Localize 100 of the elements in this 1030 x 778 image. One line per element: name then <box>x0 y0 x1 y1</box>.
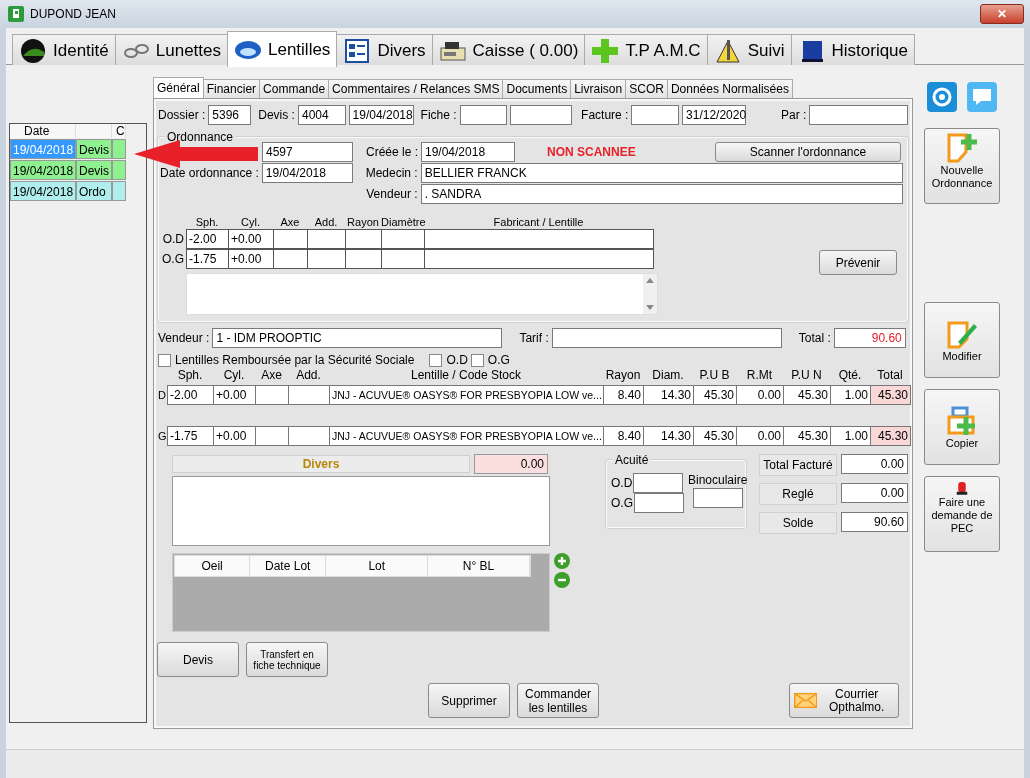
table-cell[interactable]: 45.30 <box>693 385 737 405</box>
fiche-date-field[interactable] <box>510 105 573 125</box>
sph-cell[interactable]: -2.00 <box>186 229 229 249</box>
sub-tab[interactable]: Livraison <box>570 79 627 98</box>
table-cell[interactable] <box>381 249 425 269</box>
table-cell[interactable] <box>345 229 382 249</box>
checkbox[interactable]: O.G <box>470 353 510 367</box>
table-cell[interactable]: 0.00 <box>736 426 784 446</box>
acuity-field[interactable] <box>633 473 684 493</box>
table-cell[interactable]: -2.00 <box>167 385 214 405</box>
table-cell[interactable]: 45.30 <box>783 426 831 446</box>
table-cell[interactable] <box>307 229 346 249</box>
main-tab[interactable]: Caisse ( 0.00) <box>431 34 586 66</box>
table-cell[interactable] <box>255 426 289 446</box>
column-header: Lot <box>326 556 429 576</box>
vendeur-field[interactable]: 1 - IDM PROOPTIC <box>212 328 503 348</box>
table-cell[interactable]: 45.30 <box>783 385 831 405</box>
checkbox[interactable]: Lentilles Remboursée par la Sécurité Sociale <box>158 353 415 367</box>
sub-tab[interactable]: Données Normalisées <box>666 79 793 98</box>
letter-button[interactable]: Courrier Opthalmo. <box>789 683 899 718</box>
devis-button[interactable]: Devis <box>157 642 239 677</box>
date-field[interactable]: 19/04/2018 <box>421 142 515 162</box>
table-cell[interactable] <box>381 229 425 249</box>
request-button[interactable]: Faire une demande de PEC <box>924 476 1000 552</box>
date-field[interactable]: 19/04/2018 <box>261 163 353 183</box>
sub-tab[interactable]: SCOR <box>625 79 668 98</box>
checkbox[interactable]: O.D <box>429 353 468 367</box>
scan-button[interactable]: Scanner l'ordonnance <box>715 142 901 162</box>
sms-icon[interactable] <box>967 82 997 112</box>
delete-button[interactable]: Supprimer <box>428 683 510 718</box>
table-cell[interactable] <box>273 249 308 269</box>
table-cell[interactable] <box>307 249 346 269</box>
medecin-field[interactable]: BELLIER FRANCK <box>420 163 903 183</box>
table-cell[interactable]: 8.40 <box>603 385 644 405</box>
sub-tab[interactable]: Financier <box>202 79 261 98</box>
prevenir-button[interactable]: Prévenir <box>819 250 897 275</box>
edit-button[interactable]: Modifier <box>924 302 1000 378</box>
table-cell[interactable]: 0.00 <box>736 385 784 405</box>
main-tab[interactable]: Historique <box>790 34 916 66</box>
table-cell[interactable]: JNJ - ACUVUE® OASYS® FOR PRESBYOPIA LOW ve... <box>329 426 604 446</box>
table-cell[interactable]: +0.00 <box>213 385 256 405</box>
email-icon[interactable] <box>927 82 957 112</box>
table-cell[interactable]: +0.00 <box>213 426 256 446</box>
scroll-up-icon[interactable] <box>646 278 654 283</box>
table-cell[interactable]: 1.00 <box>830 385 871 405</box>
divers-amount-field[interactable]: 0.00 <box>474 454 548 474</box>
order-button[interactable]: Commander les lentilles <box>517 683 599 718</box>
dossier-field[interactable]: 5396 <box>208 105 252 125</box>
new-prescription-button[interactable]: Nouvelle Ordonnance <box>924 128 1000 204</box>
add-icon[interactable] <box>554 553 570 569</box>
date-field[interactable]: 31/12/2020 <box>682 105 747 125</box>
table-cell[interactable]: -1.75 <box>167 426 214 446</box>
divers-text-field[interactable] <box>172 476 550 546</box>
table-cell[interactable] <box>288 426 330 446</box>
acuity-field[interactable] <box>634 493 684 513</box>
copy-button[interactable]: Copier <box>924 389 1000 465</box>
fiche-field[interactable] <box>459 105 508 125</box>
date-field[interactable]: 19/04/2018 <box>348 105 414 125</box>
sph-cell[interactable]: -1.75 <box>186 249 229 269</box>
table-cell[interactable]: 14.30 <box>643 385 694 405</box>
main-tab[interactable]: Divers <box>336 34 433 66</box>
table-cell[interactable]: 45.30 <box>870 385 911 405</box>
table-cell[interactable]: 14.30 <box>643 426 694 446</box>
table-cell[interactable]: 45.30 <box>870 426 911 446</box>
remove-icon[interactable] <box>554 572 570 588</box>
table-cell[interactable]: JNJ - ACUVUE® OASYS® FOR PRESBYOPIA LOW ve... <box>329 385 604 405</box>
ordonnance-number-field[interactable]: 4597 <box>262 142 353 162</box>
table-cell[interactable] <box>255 385 289 405</box>
cyl-cell[interactable]: +0.00 <box>228 229 274 249</box>
main-tab[interactable]: Lunettes <box>114 34 228 66</box>
tarif-field[interactable] <box>551 328 782 348</box>
table-cell[interactable] <box>424 229 654 249</box>
vendeur-field[interactable]: . SANDRA <box>420 184 903 204</box>
main-tab[interactable]: Lentilles <box>227 31 338 67</box>
main-tab[interactable]: T.P A.M.C <box>584 34 708 66</box>
notes-field[interactable] <box>186 273 658 315</box>
table-cell[interactable]: 19/04/2018 <box>10 181 76 201</box>
table-cell[interactable] <box>345 249 382 269</box>
scroll-down-icon[interactable] <box>646 305 654 310</box>
main-tab[interactable]: Suivi <box>706 34 792 66</box>
field-label: Par : <box>781 108 807 122</box>
scrollbar[interactable] <box>643 274 657 314</box>
sub-tab[interactable]: Commande <box>259 79 330 98</box>
main-tab[interactable]: Identité <box>12 34 116 66</box>
table-cell[interactable]: 45.30 <box>693 426 737 446</box>
table-cell[interactable]: 19/04/2018 <box>10 160 76 180</box>
transfer-button[interactable]: Transfert en fiche technique <box>246 642 328 677</box>
cyl-cell[interactable]: +0.00 <box>228 249 274 269</box>
acuity-field[interactable] <box>692 488 743 508</box>
facture-field[interactable] <box>631 105 680 125</box>
table-cell[interactable] <box>273 229 308 249</box>
table-cell[interactable] <box>288 385 330 405</box>
sub-tab[interactable]: Général <box>153 77 204 98</box>
table-cell[interactable] <box>424 249 654 269</box>
sub-tab[interactable]: Commentaires / Relances SMS <box>328 79 504 98</box>
devis-field[interactable]: 4004 <box>297 105 346 125</box>
table-cell[interactable]: 8.40 <box>603 426 644 446</box>
table-cell[interactable]: 1.00 <box>830 426 871 446</box>
par-field[interactable] <box>809 105 908 125</box>
sub-tab[interactable]: Documents <box>502 79 572 98</box>
